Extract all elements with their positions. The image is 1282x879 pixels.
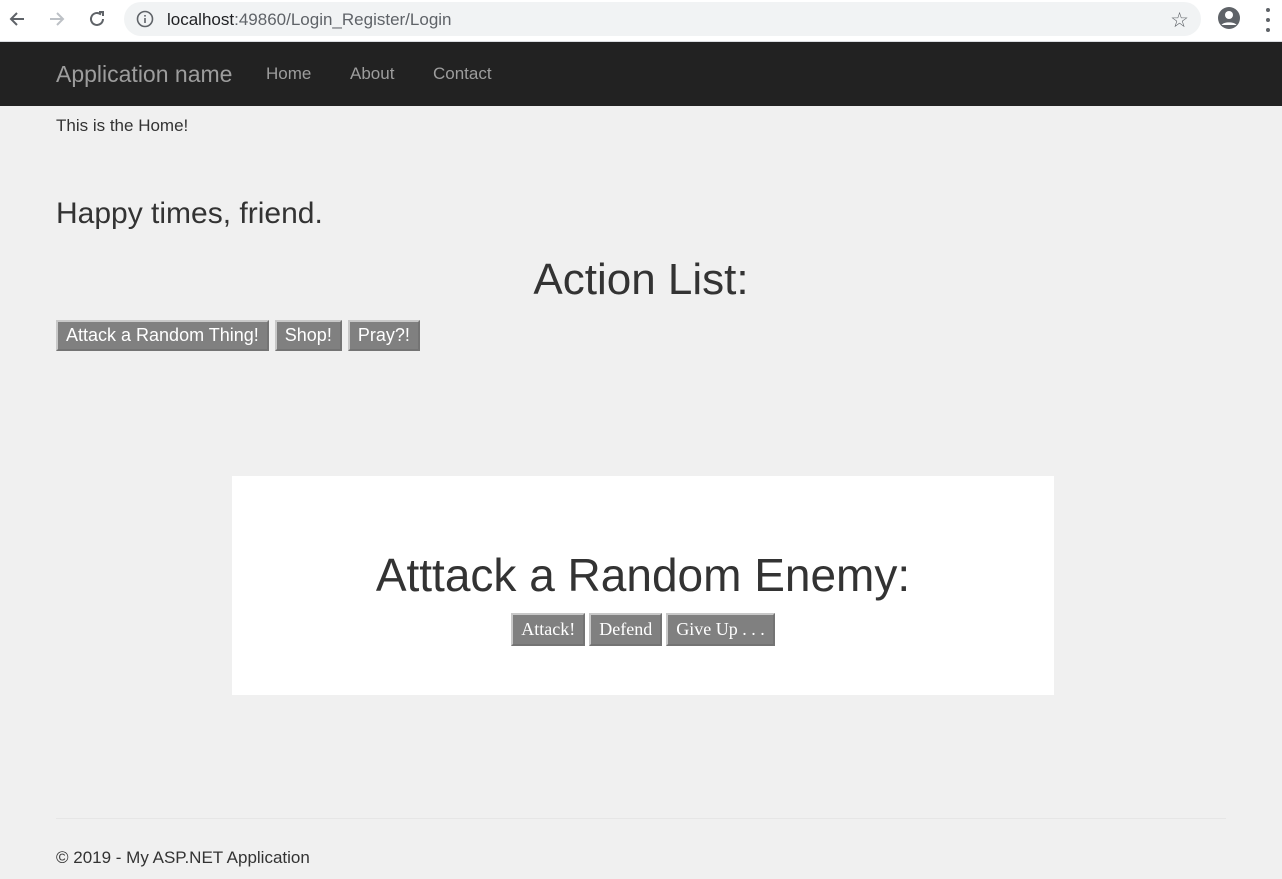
- brand-link[interactable]: Application name: [56, 61, 232, 88]
- bookmark-star-icon[interactable]: ☆: [1170, 8, 1189, 33]
- attack-button[interactable]: Attack!: [511, 613, 586, 646]
- shop-button[interactable]: Shop!: [274, 320, 342, 351]
- profile-avatar-icon[interactable]: [1217, 6, 1241, 30]
- attack-panel-title: Atttack a Random Enemy:: [375, 549, 911, 601]
- attack-panel: Atttack a Random Enemy: Attack! Defend G…: [232, 476, 1054, 695]
- nav-link-about[interactable]: About: [350, 64, 394, 84]
- intro-text: This is the Home!: [56, 116, 189, 135]
- url-text: localhost:49860/Login_Register/Login: [167, 10, 452, 30]
- footer-copyright: © 2019 - My ASP.NET Application: [56, 848, 310, 867]
- attack-panel-actions: Attack! Defend Give Up . . .: [232, 613, 1054, 646]
- site-navbar: Application name Home About Contact: [0, 42, 1282, 106]
- nav-link-contact[interactable]: Contact: [433, 64, 492, 84]
- browser-menu-icon[interactable]: [1260, 8, 1276, 32]
- address-bar[interactable]: localhost:49860/Login_Register/Login ☆: [124, 2, 1201, 36]
- url-host: localhost: [167, 10, 235, 29]
- attack-random-thing-button[interactable]: Attack a Random Thing!: [56, 320, 269, 351]
- action-list-title: Action List:: [533, 255, 749, 304]
- action-list: Attack a Random Thing! Shop! Pray?!: [56, 320, 420, 351]
- forward-arrow-icon[interactable]: [42, 5, 72, 33]
- greeting-heading: Happy times, friend.: [56, 197, 323, 230]
- nav-link-home[interactable]: Home: [266, 64, 311, 84]
- url-path: :49860/Login_Register/Login: [234, 10, 452, 29]
- browser-toolbar: localhost:49860/Login_Register/Login ☆: [0, 0, 1282, 42]
- pray-button[interactable]: Pray?!: [347, 320, 420, 351]
- give-up-button[interactable]: Give Up . . .: [666, 613, 775, 646]
- reload-icon[interactable]: [82, 5, 112, 33]
- back-arrow-icon[interactable]: [2, 5, 32, 33]
- defend-button[interactable]: Defend: [589, 613, 663, 646]
- footer-divider: [56, 818, 1226, 819]
- site-info-icon[interactable]: [136, 10, 154, 28]
